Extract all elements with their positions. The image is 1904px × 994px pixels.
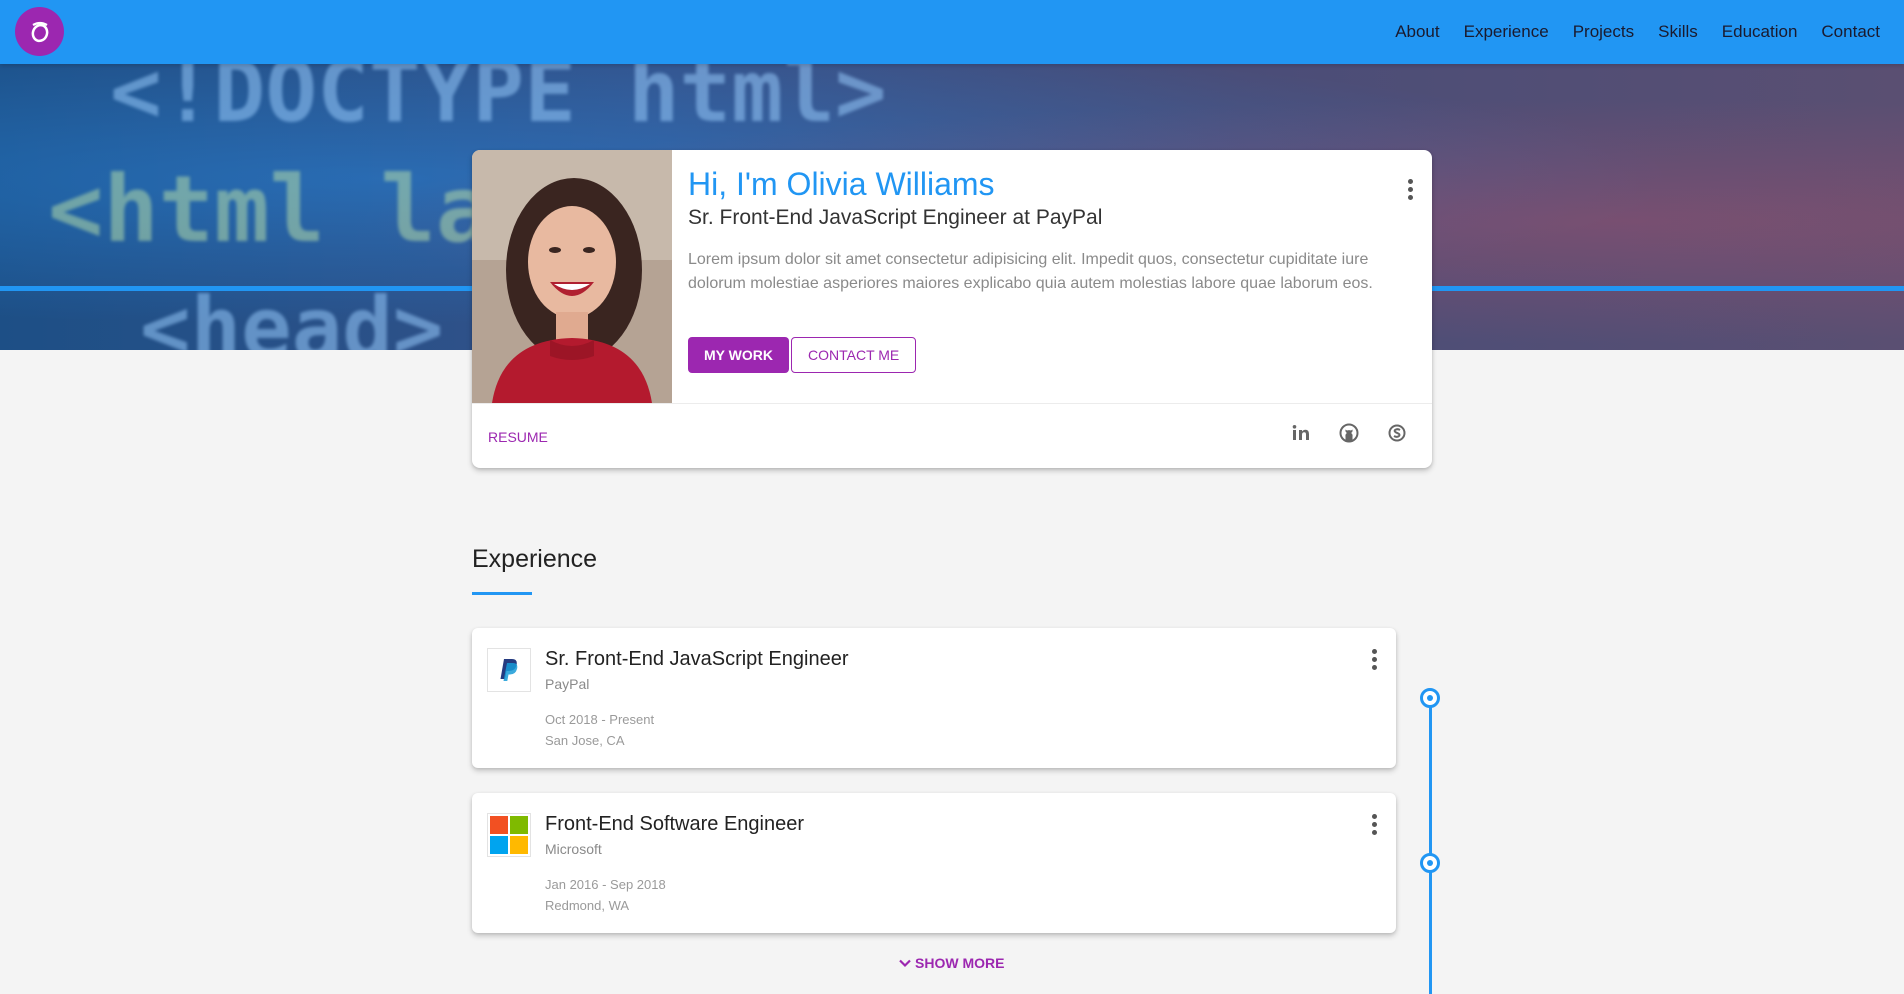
experience-company: PayPal	[545, 676, 590, 692]
nav-links: About Experience Projects Skills Educati…	[1395, 0, 1904, 64]
nav-link-projects[interactable]: Projects	[1573, 22, 1634, 42]
nav-link-contact[interactable]: Contact	[1821, 22, 1880, 42]
my-work-button[interactable]: My Work	[688, 337, 789, 373]
experience-heading: Experience	[472, 545, 598, 573]
experience-underline	[472, 592, 532, 595]
contact-me-button[interactable]: Contact Me	[791, 337, 917, 373]
experience-menu-icon[interactable]	[1362, 812, 1386, 836]
profile-name: Hi, I'm Olivia Williams	[688, 166, 995, 202]
experience-card: Sr. Front-End JavaScript Engineer PayPal…	[472, 628, 1396, 768]
timeline-dot	[1420, 688, 1440, 708]
nav-link-skills[interactable]: Skills	[1658, 22, 1698, 42]
hero-code-line: <!DOCTYPE html>	[110, 64, 887, 142]
profile-bio: Lorem ipsum dolor sit amet consectetur a…	[688, 251, 1373, 292]
experience-location: San Jose, CA	[545, 733, 625, 748]
linkedin-icon[interactable]	[1288, 420, 1314, 446]
paypal-logo-icon	[487, 648, 531, 692]
brand-logo-icon	[31, 21, 48, 42]
show-more-button[interactable]: Show More	[898, 955, 1004, 971]
profile-photo	[472, 150, 672, 403]
experience-dates: Jan 2016 - Sep 2018	[545, 877, 666, 892]
experience-location: Redmond, WA	[545, 898, 630, 913]
brand-logo[interactable]	[15, 7, 64, 56]
nav-link-about[interactable]: About	[1395, 22, 1439, 42]
timeline-line	[1429, 700, 1432, 994]
experience-title: Front-End Software Engineer	[545, 813, 805, 835]
resume-link[interactable]: Resume	[488, 429, 548, 445]
nav-link-experience[interactable]: Experience	[1464, 22, 1549, 42]
profile-role: Sr. Front-End JavaScript Engineer at Pay…	[688, 206, 1103, 229]
card-divider	[472, 403, 1432, 404]
experience-card: Front-End Software Engineer Microsoft Ja…	[472, 793, 1396, 933]
timeline-dot	[1420, 853, 1440, 873]
experience-menu-icon[interactable]	[1362, 647, 1386, 671]
experience-company: Microsoft	[545, 841, 602, 857]
skype-icon[interactable]	[1384, 420, 1410, 446]
profile-card: Hi, I'm Olivia Williams Sr. Front-End Ja…	[472, 150, 1432, 468]
experience-dates: Oct 2018 - Present	[545, 712, 655, 727]
nav-link-education[interactable]: Education	[1722, 22, 1798, 42]
top-navbar: About Experience Projects Skills Educati…	[0, 0, 1904, 64]
github-icon[interactable]	[1336, 420, 1362, 446]
profile-menu-icon[interactable]	[1398, 177, 1422, 201]
experience-title: Sr. Front-End JavaScript Engineer	[545, 648, 849, 670]
show-more-label: Show More	[915, 955, 1005, 971]
chevron-down-icon	[899, 959, 911, 968]
microsoft-logo-icon	[487, 813, 531, 857]
